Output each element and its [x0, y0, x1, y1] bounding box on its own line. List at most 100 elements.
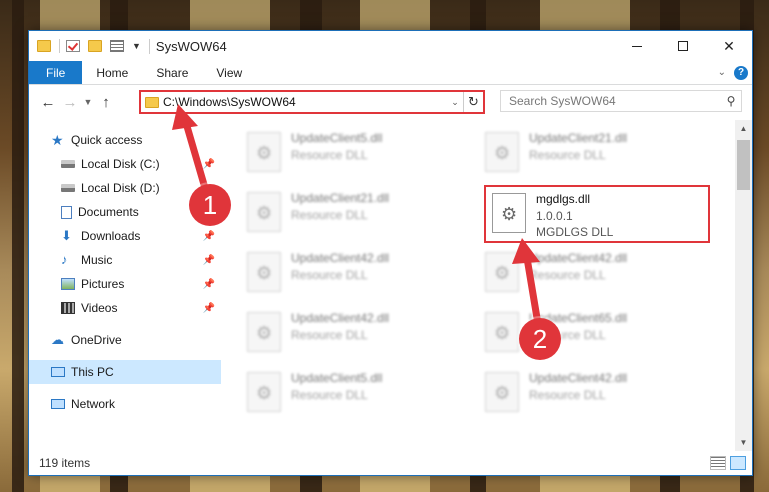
dll-file-icon [485, 132, 519, 172]
sidebar-item-music[interactable]: ♪ Music 📌 [29, 248, 221, 272]
sidebar-item-label: Downloads [81, 229, 141, 243]
cloud-icon: ☁ [51, 332, 64, 347]
scroll-thumb[interactable] [737, 140, 750, 190]
sidebar-item-this-pc[interactable]: This PC [29, 360, 221, 384]
customize-toolbar-chevron-icon[interactable]: ▼ [132, 41, 141, 51]
picture-icon [61, 278, 75, 290]
file-description: MGDLGS DLL [536, 225, 614, 239]
dll-file-icon [485, 252, 519, 292]
file-tile[interactable]: UpdateClient42.dll Resource DLL [241, 306, 469, 364]
file-tile[interactable]: UpdateClient42.dll Resource DLL [479, 366, 707, 424]
maximize-button[interactable] [660, 31, 706, 61]
properties-check-icon[interactable] [66, 40, 80, 52]
file-name: UpdateClient5.dll [291, 371, 383, 385]
up-arrow-icon[interactable]: ↑ [95, 94, 117, 111]
scroll-up-icon[interactable]: ▲ [735, 120, 752, 137]
download-arrow-icon: ⬇ [61, 228, 72, 243]
sidebar-item-local-disk-c[interactable]: Local Disk (C:) 📌 [29, 152, 221, 176]
file-tile[interactable]: UpdateClient21.dll Resource DLL [479, 126, 707, 184]
title-bar: ▼ SysWOW64 ✕ [29, 31, 752, 61]
sidebar-item-label: Local Disk (C:) [81, 157, 160, 171]
sidebar-item-label: OneDrive [71, 333, 122, 347]
file-name: UpdateClient21.dll [291, 191, 390, 205]
file-description: Resource DLL [291, 388, 368, 402]
address-dropdown-chevron-icon[interactable]: ⌄ [447, 97, 463, 108]
view-menu-icon[interactable] [110, 40, 124, 52]
file-tile[interactable]: UpdateClient5.dll Resource DLL [241, 126, 469, 184]
sidebar-item-label: Music [81, 253, 113, 267]
status-bar: 119 items [29, 451, 752, 475]
sidebar-item-pictures[interactable]: Pictures 📌 [29, 272, 221, 296]
pin-icon[interactable]: 📌 [203, 255, 215, 266]
tab-view[interactable]: View [202, 61, 256, 84]
sidebar-item-label: This PC [71, 365, 114, 379]
callout-step-one: 1 [189, 184, 231, 226]
pin-icon[interactable]: 📌 [203, 231, 215, 242]
item-count: 119 items [39, 456, 91, 470]
scroll-down-icon[interactable]: ▼ [735, 434, 752, 451]
drive-icon [61, 160, 75, 168]
close-button[interactable]: ✕ [706, 31, 752, 61]
file-name: UpdateClient21.dll [529, 131, 628, 145]
sidebar-item-quick-access[interactable]: ★ Quick access [29, 128, 221, 152]
main-area: ★ Quick access Local Disk (C:) 📌 Local D… [29, 120, 752, 451]
sidebar-item-label: Pictures [81, 277, 125, 291]
window-title: SysWOW64 [148, 38, 227, 54]
file-description: Resource DLL [529, 148, 606, 162]
tab-file[interactable]: File [29, 61, 83, 84]
details-view-icon[interactable] [710, 456, 726, 470]
file-tile[interactable]: UpdateClient42.dll Resource DLL [241, 246, 469, 304]
navigation-pane: ★ Quick access Local Disk (C:) 📌 Local D… [29, 120, 221, 451]
expand-ribbon-chevron-icon[interactable]: ⌄ [718, 67, 726, 78]
sidebar-item-videos[interactable]: Videos 📌 [29, 296, 221, 320]
dll-file-icon [485, 372, 519, 412]
music-note-icon: ♪ [61, 252, 68, 267]
pin-icon[interactable]: 📌 [203, 279, 215, 290]
file-tile[interactable]: UpdateClient42.dll Resource DLL [479, 246, 707, 304]
file-name: UpdateClient42.dll [291, 251, 390, 265]
back-arrow-icon[interactable]: ← [37, 94, 59, 111]
file-tile[interactable]: UpdateClient5.dll Resource DLL [241, 366, 469, 424]
dll-file-icon [247, 372, 281, 412]
sidebar-item-downloads[interactable]: ⬇ Downloads 📌 [29, 224, 221, 248]
vertical-scrollbar[interactable]: ▲ ▼ [735, 120, 752, 451]
file-description: Resource DLL [291, 148, 368, 162]
sidebar-item-label: Documents [78, 205, 139, 219]
dll-file-icon [247, 132, 281, 172]
file-name: mgdlgs.dll [536, 192, 591, 206]
close-icon: ✕ [723, 37, 735, 54]
tab-home[interactable]: Home [82, 61, 142, 84]
search-box[interactable]: Search SysWOW64 ⚲ [500, 90, 742, 112]
file-description: Resource DLL [291, 268, 368, 282]
pin-icon[interactable]: 📌 [203, 159, 215, 170]
callout-step-two: 2 [519, 318, 561, 360]
file-tile-mgdlgs[interactable]: mgdlgs.dll 1.0.0.1 MGDLGS DLL [484, 185, 710, 243]
folder-icon [37, 40, 51, 52]
sidebar-item-network[interactable]: Network [29, 392, 221, 416]
pin-icon[interactable]: 📌 [203, 303, 215, 314]
document-icon [61, 205, 72, 219]
address-bar[interactable]: C:\Windows\SysWOW64 ⌄ ↻ [139, 90, 485, 114]
new-folder-icon[interactable] [88, 40, 102, 52]
forward-arrow-icon[interactable]: → [59, 94, 81, 111]
file-tile[interactable]: UpdateClient21.dll Resource DLL [241, 186, 469, 244]
sidebar-item-label: Videos [81, 301, 118, 315]
recent-locations-chevron-icon[interactable]: ▼ [81, 97, 95, 107]
tab-share[interactable]: Share [142, 61, 202, 84]
search-input[interactable]: Search SysWOW64 [509, 94, 721, 108]
dll-file-icon [247, 252, 281, 292]
window-controls: ✕ [614, 31, 752, 61]
file-version: 1.0.0.1 [536, 209, 573, 223]
address-path[interactable]: C:\Windows\SysWOW64 [163, 95, 447, 109]
sidebar-item-onedrive[interactable]: ☁ OneDrive [29, 328, 221, 352]
refresh-icon[interactable]: ↻ [463, 92, 483, 112]
file-tile[interactable]: UpdateClient65.dllResource DLL [479, 306, 707, 364]
ribbon-tabs: File Home Share View ⌄ ? [29, 61, 752, 85]
tiles-view-icon[interactable] [730, 456, 746, 470]
help-icon[interactable]: ? [734, 65, 748, 80]
search-icon[interactable]: ⚲ [721, 94, 741, 108]
file-description: Resource DLL [291, 328, 368, 342]
dll-file-icon [247, 192, 281, 232]
computer-icon [51, 367, 65, 377]
minimize-button[interactable] [614, 31, 660, 61]
